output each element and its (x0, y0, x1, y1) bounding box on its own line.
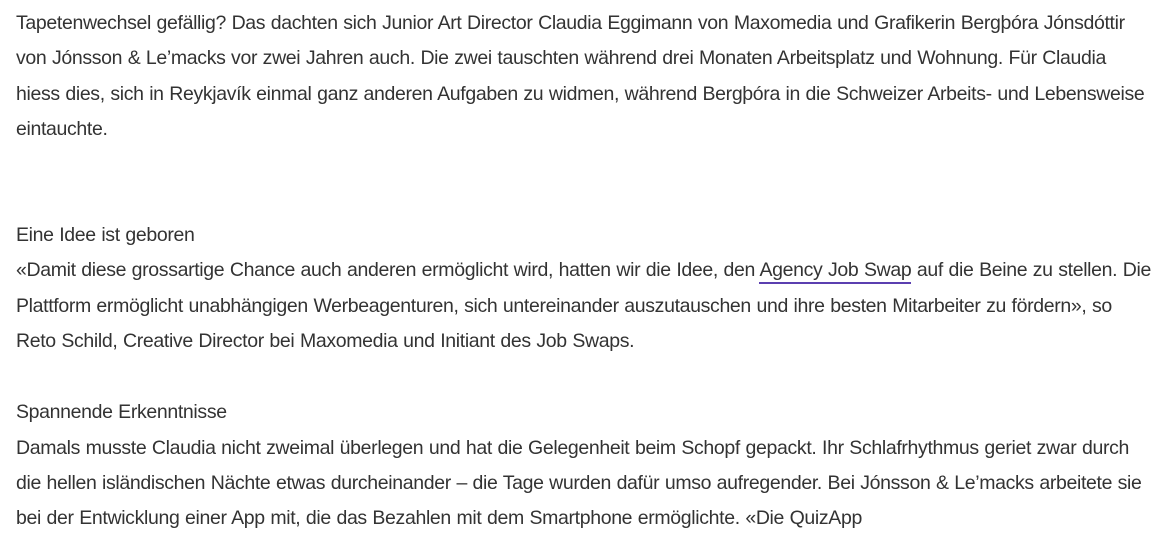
section-idea: Eine Idee ist geboren «Damit diese gross… (16, 218, 1151, 359)
intro-paragraph: Tapetenwechsel gefällig? Das dachten sic… (16, 12, 1145, 140)
section-paragraph: «Damit diese grossartige Chance auch and… (16, 253, 1151, 359)
section-insights: Spannende Erkenntnisse Damals musste Cla… (16, 395, 1151, 536)
paragraph-text: «Damit diese grossartige Chance auch and… (16, 259, 760, 282)
agency-job-swap-link[interactable]: Agency Job Swap (759, 259, 912, 285)
section-paragraph: Damals musste Claudia nicht zweimal über… (16, 436, 1142, 530)
section-heading: Spannende Erkenntnisse (16, 401, 227, 424)
article-body: Tapetenwechsel gefällig? Das dachten sic… (16, 6, 1151, 537)
section-heading: Eine Idee ist geboren (16, 224, 195, 247)
